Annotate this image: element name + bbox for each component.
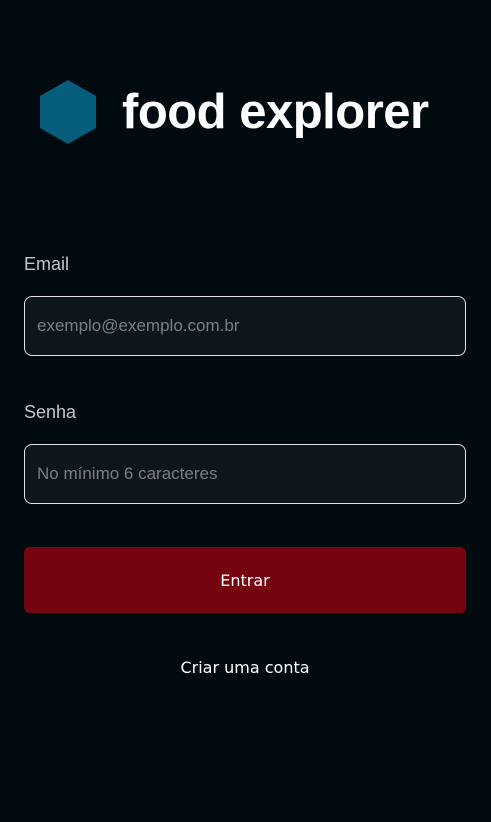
email-field-group: Email (24, 252, 466, 356)
brand-logo: food explorer (38, 80, 429, 144)
email-field[interactable] (24, 296, 466, 356)
email-label: Email (24, 254, 70, 274)
login-form: Email Senha Entrar Criar uma conta (24, 252, 466, 677)
password-label: Senha (24, 402, 77, 422)
brand-name: food explorer (122, 84, 429, 139)
password-field[interactable] (24, 444, 466, 504)
password-field-group: Senha (24, 400, 466, 504)
create-account-link[interactable]: Criar uma conta (24, 658, 466, 677)
login-button[interactable]: Entrar (24, 547, 466, 613)
hexagon-icon (40, 80, 96, 144)
